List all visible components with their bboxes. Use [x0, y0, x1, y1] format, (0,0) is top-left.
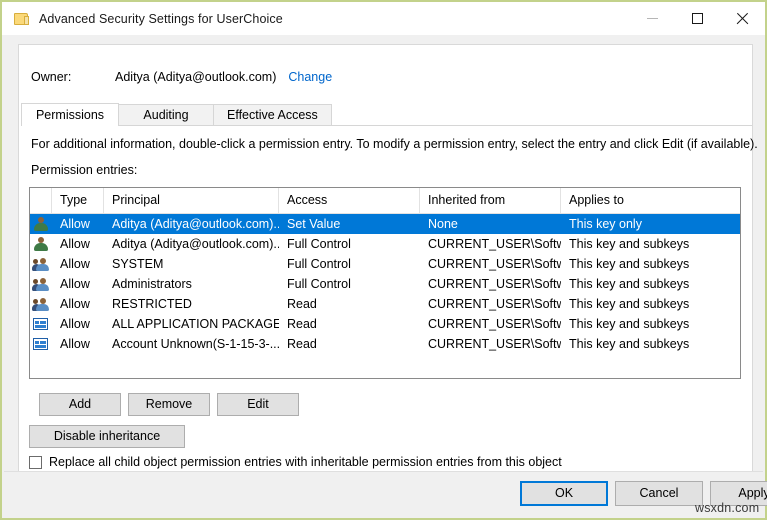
cell-principal: Aditya (Aditya@outlook.com).. [104, 234, 279, 254]
table-row[interactable]: Allow Aditya (Aditya@outlook.com).. Set … [30, 214, 740, 234]
window-title: Advanced Security Settings for UserChoic… [39, 12, 283, 26]
owner-row: Owner: Aditya (Aditya@outlook.com) Chang… [31, 70, 332, 84]
cell-type: Allow [52, 314, 104, 334]
watermark: wsxdn.com [695, 501, 759, 515]
principal-type-icon-cell [30, 236, 52, 252]
tab-permissions[interactable]: Permissions [21, 103, 119, 126]
advanced-security-settings-window: Advanced Security Settings for UserChoic… [0, 0, 767, 520]
remove-button[interactable]: Remove [128, 393, 210, 416]
cell-access: Full Control [279, 234, 420, 254]
tab-strip: Permissions Auditing Effective Access [21, 103, 752, 126]
cell-inherited-from: CURRENT_USER\Softw... [420, 314, 561, 334]
cell-applies-to: This key and subkeys [561, 314, 740, 334]
close-button[interactable] [720, 2, 765, 35]
cell-inherited-from: CURRENT_USER\Softw... [420, 274, 561, 294]
cell-principal: SYSTEM [104, 254, 279, 274]
cell-type: Allow [52, 334, 104, 354]
cell-applies-to: This key and subkeys [561, 294, 740, 314]
folder-icon [14, 11, 30, 27]
group-icon [33, 296, 49, 312]
cell-applies-to: This key and subkeys [561, 254, 740, 274]
replace-permissions-label: Replace all child object permission entr… [49, 455, 562, 469]
cell-type: Allow [52, 294, 104, 314]
edit-button[interactable]: Edit [217, 393, 299, 416]
maximize-button[interactable] [675, 2, 720, 35]
app-package-icon [33, 316, 49, 332]
dialog-footer: OK Cancel Apply [4, 471, 763, 516]
close-icon [736, 12, 749, 25]
table-row[interactable]: Allow RESTRICTED Read CURRENT_USER\Softw… [30, 294, 740, 314]
principal-type-icon-cell [30, 296, 52, 312]
table-row[interactable]: Allow ALL APPLICATION PACKAGES Read CURR… [30, 314, 740, 334]
dialog-content-panel: Owner: Aditya (Aditya@outlook.com) Chang… [18, 44, 753, 476]
cell-type: Allow [52, 214, 104, 234]
cell-access: Full Control [279, 254, 420, 274]
column-header-inherited-from[interactable]: Inherited from [420, 188, 561, 213]
table-row[interactable]: Allow Administrators Full Control CURREN… [30, 274, 740, 294]
principal-type-icon-cell [30, 336, 52, 352]
tab-auditing[interactable]: Auditing [118, 104, 214, 126]
owner-label: Owner: [31, 70, 115, 84]
user-icon [33, 216, 49, 232]
cell-type: Allow [52, 274, 104, 294]
cell-applies-to: This key and subkeys [561, 274, 740, 294]
replace-permissions-row[interactable]: Replace all child object permission entr… [29, 455, 562, 469]
column-header-principal[interactable]: Principal [104, 188, 279, 213]
cell-principal: RESTRICTED [104, 294, 279, 314]
group-icon [33, 256, 49, 272]
cell-access: Read [279, 314, 420, 334]
title-bar: Advanced Security Settings for UserChoic… [2, 2, 765, 35]
add-button[interactable]: Add [39, 393, 121, 416]
info-text: For additional information, double-click… [31, 137, 758, 151]
group-icon [33, 276, 49, 292]
table-row[interactable]: Allow Account Unknown(S-1-15-3-... Read … [30, 334, 740, 354]
cell-applies-to: This key and subkeys [561, 334, 740, 354]
cell-principal: Aditya (Aditya@outlook.com).. [104, 214, 279, 234]
cell-inherited-from: CURRENT_USER\Softw... [420, 234, 561, 254]
cell-inherited-from: None [420, 214, 561, 234]
cell-applies-to: This key only [561, 214, 740, 234]
cell-access: Read [279, 334, 420, 354]
cell-type: Allow [52, 234, 104, 254]
tab-strip-underline [21, 125, 752, 126]
principal-type-icon-cell [30, 256, 52, 272]
column-header-access[interactable]: Access [279, 188, 420, 213]
permission-entries-list[interactable]: Type Principal Access Inherited from App… [29, 187, 741, 379]
minimize-button[interactable] [630, 2, 675, 35]
owner-change-link[interactable]: Change [288, 70, 332, 84]
principal-type-icon-cell [30, 276, 52, 292]
table-row[interactable]: Allow SYSTEM Full Control CURRENT_USER\S… [30, 254, 740, 274]
cell-applies-to: This key and subkeys [561, 234, 740, 254]
caption-button-group [630, 2, 765, 35]
cell-principal: ALL APPLICATION PACKAGES [104, 314, 279, 334]
column-header-type[interactable]: Type [52, 188, 104, 213]
minimize-icon [647, 18, 658, 19]
user-icon [33, 236, 49, 252]
principal-type-icon-cell [30, 316, 52, 332]
cell-access: Set Value [279, 214, 420, 234]
cell-inherited-from: CURRENT_USER\Softw... [420, 294, 561, 314]
owner-value: Aditya (Aditya@outlook.com) [115, 70, 276, 84]
disable-inheritance-button[interactable]: Disable inheritance [29, 425, 185, 448]
app-package-icon [33, 336, 49, 352]
principal-type-icon-cell [30, 216, 52, 232]
maximize-icon [692, 13, 703, 24]
cell-access: Read [279, 294, 420, 314]
table-row[interactable]: Allow Aditya (Aditya@outlook.com).. Full… [30, 234, 740, 254]
cell-type: Allow [52, 254, 104, 274]
column-header-icon[interactable] [30, 188, 52, 213]
column-header-applies-to[interactable]: Applies to [561, 188, 740, 213]
ok-button[interactable]: OK [520, 481, 608, 506]
cell-access: Full Control [279, 274, 420, 294]
permission-entries-label: Permission entries: [31, 163, 137, 177]
table-header-row: Type Principal Access Inherited from App… [30, 188, 740, 214]
tab-effective-access[interactable]: Effective Access [213, 104, 332, 126]
cancel-button[interactable]: Cancel [615, 481, 703, 506]
replace-permissions-checkbox[interactable] [29, 456, 42, 469]
cell-principal: Account Unknown(S-1-15-3-... [104, 334, 279, 354]
cell-inherited-from: CURRENT_USER\Softw... [420, 254, 561, 274]
cell-principal: Administrators [104, 274, 279, 294]
cell-inherited-from: CURRENT_USER\Softw... [420, 334, 561, 354]
